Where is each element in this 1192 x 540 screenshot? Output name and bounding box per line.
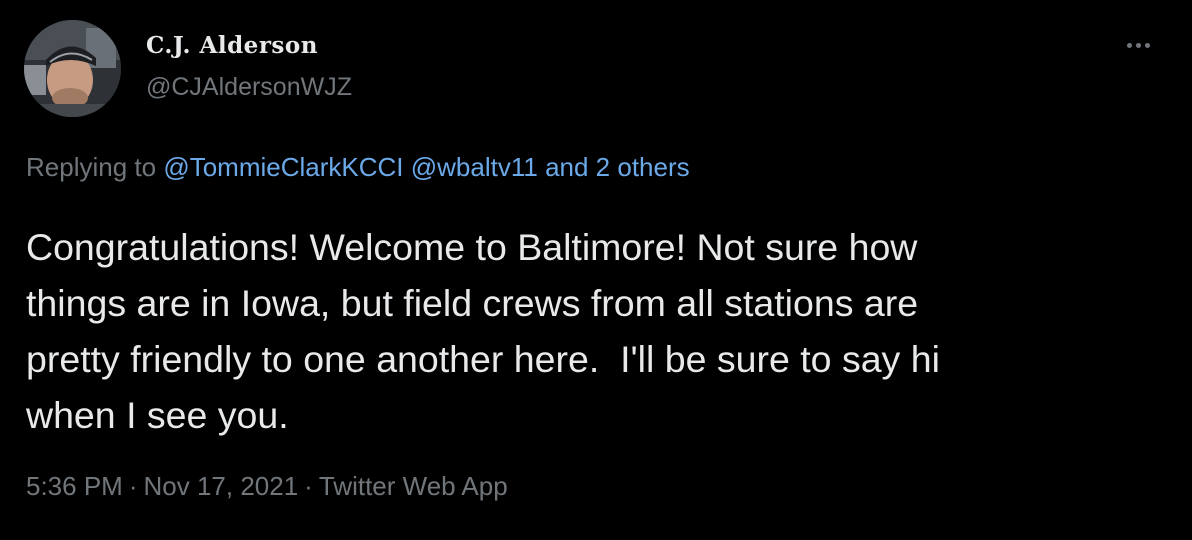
others-link[interactable]: and 2 others xyxy=(545,152,690,182)
mention-tommieclarkkcci[interactable]: @TommieClarkKCCI xyxy=(163,152,403,182)
tweet-card: C.J. Alderson @CJAldersonWJZ Replying to… xyxy=(0,0,1192,540)
author-handle[interactable]: @CJAldersonWJZ xyxy=(146,73,352,102)
tweet-metadata: 5:36 PM · Nov 17, 2021 · Twitter Web App xyxy=(26,471,508,502)
mention-wbaltv11[interactable]: @wbaltv11 xyxy=(411,152,538,182)
more-dot xyxy=(1135,42,1141,48)
reply-context: Replying to @TommieClarkKCCI @wbaltv11 a… xyxy=(26,152,690,183)
more-dot xyxy=(1126,42,1132,48)
replying-to-label: Replying to xyxy=(26,152,157,182)
meta-separator: · xyxy=(128,471,138,501)
more-horizontal-icon[interactable] xyxy=(1116,30,1160,60)
tweet-date[interactable]: Nov 17, 2021 xyxy=(144,471,299,501)
author-display-name[interactable]: C.J. Alderson xyxy=(146,32,318,59)
tweet-time[interactable]: 5:36 PM xyxy=(26,471,123,501)
tweet-text: Congratulations! Welcome to Baltimore! N… xyxy=(26,226,940,436)
avatar[interactable] xyxy=(24,20,121,117)
avatar-photo xyxy=(24,20,121,117)
more-dot xyxy=(1144,42,1150,48)
meta-separator: · xyxy=(304,471,313,501)
tweet-source[interactable]: Twitter Web App xyxy=(319,471,508,501)
